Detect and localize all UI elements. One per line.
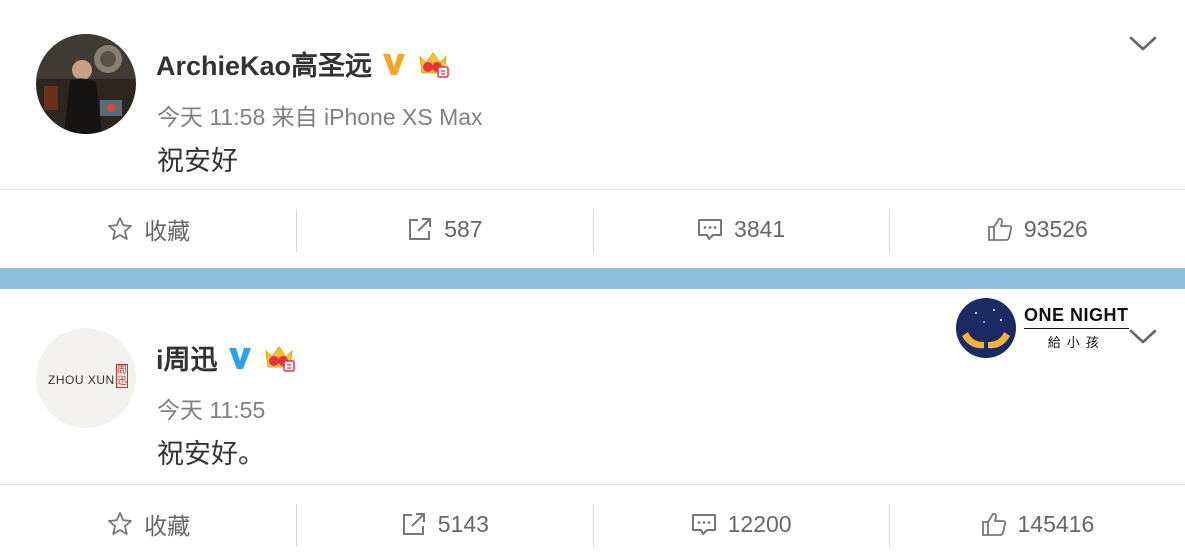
author-row: ArchieKao高圣远: [156, 44, 450, 83]
like-count: 145416: [1017, 510, 1095, 537]
repost-count: 587: [444, 215, 483, 242]
verified-v-icon: [228, 347, 251, 369]
username[interactable]: ArchieKao高圣远: [156, 44, 372, 83]
favorite-button[interactable]: 收藏: [0, 485, 296, 554]
repost-button[interactable]: 5143: [296, 485, 592, 554]
username[interactable]: i周迅: [156, 338, 218, 377]
like-button[interactable]: 93526: [888, 190, 1185, 268]
verified-v-icon: [383, 53, 406, 75]
repost-icon: [402, 513, 425, 535]
weibo-post: ZHOU XUN 周迅 i周迅 今天 11:55 祝安好。 ONE NIGHT: [0, 289, 1185, 554]
comment-count: 12200: [727, 510, 792, 537]
comment-icon: [698, 219, 723, 240]
post-content: 祝安好: [157, 146, 238, 176]
author-row: i周迅: [156, 338, 296, 377]
ad-subtitle: 給小孩: [1047, 335, 1105, 350]
star-icon: [108, 512, 133, 535]
comment-count: 3841: [734, 215, 786, 242]
action-bar: 收藏 5143 12200 145416: [0, 484, 1185, 554]
favorite-button[interactable]: 收藏: [0, 190, 296, 268]
avatar[interactable]: [36, 34, 136, 134]
comment-button[interactable]: 3841: [592, 190, 889, 268]
thumbs-up-icon: [987, 217, 1013, 241]
ad-title: ONE NIGHT: [1024, 305, 1129, 329]
chevron-down-icon[interactable]: [1128, 327, 1158, 347]
like-button[interactable]: 145416: [888, 485, 1185, 554]
crown-member-icon[interactable]: [262, 341, 296, 375]
favorite-label: 收藏: [144, 218, 191, 244]
avatar-text: ZHOU XUN: [48, 373, 115, 387]
weibo-post: ArchieKao高圣远 今天 11:58 来自 iPhone XS Max 祝…: [0, 0, 1185, 268]
repost-button[interactable]: 587: [296, 190, 592, 268]
repost-icon: [409, 218, 432, 240]
ad-text: ONE NIGHT 給小孩: [1024, 305, 1129, 351]
action-bar: 收藏 587 3841 93526: [0, 189, 1185, 268]
feed-divider: [0, 268, 1185, 289]
favorite-label: 收藏: [144, 513, 191, 539]
ad-banner[interactable]: ONE NIGHT 給小孩: [956, 297, 1129, 359]
avatar[interactable]: ZHOU XUN 周迅: [36, 328, 136, 428]
chevron-down-icon[interactable]: [1128, 34, 1158, 54]
ad-logo-icon: [956, 298, 1016, 358]
star-icon: [108, 217, 133, 240]
comment-icon: [691, 514, 716, 535]
post-meta: 今天 11:58 来自 iPhone XS Max: [157, 104, 483, 130]
like-count: 93526: [1023, 215, 1088, 242]
crown-member-icon[interactable]: [416, 47, 450, 81]
post-meta: 今天 11:55: [157, 397, 266, 423]
comment-button[interactable]: 12200: [592, 485, 889, 554]
avatar-seal: 周迅: [116, 364, 128, 388]
thumbs-up-icon: [981, 512, 1006, 536]
repost-count: 5143: [437, 510, 489, 537]
post-content: 祝安好。: [157, 439, 265, 469]
